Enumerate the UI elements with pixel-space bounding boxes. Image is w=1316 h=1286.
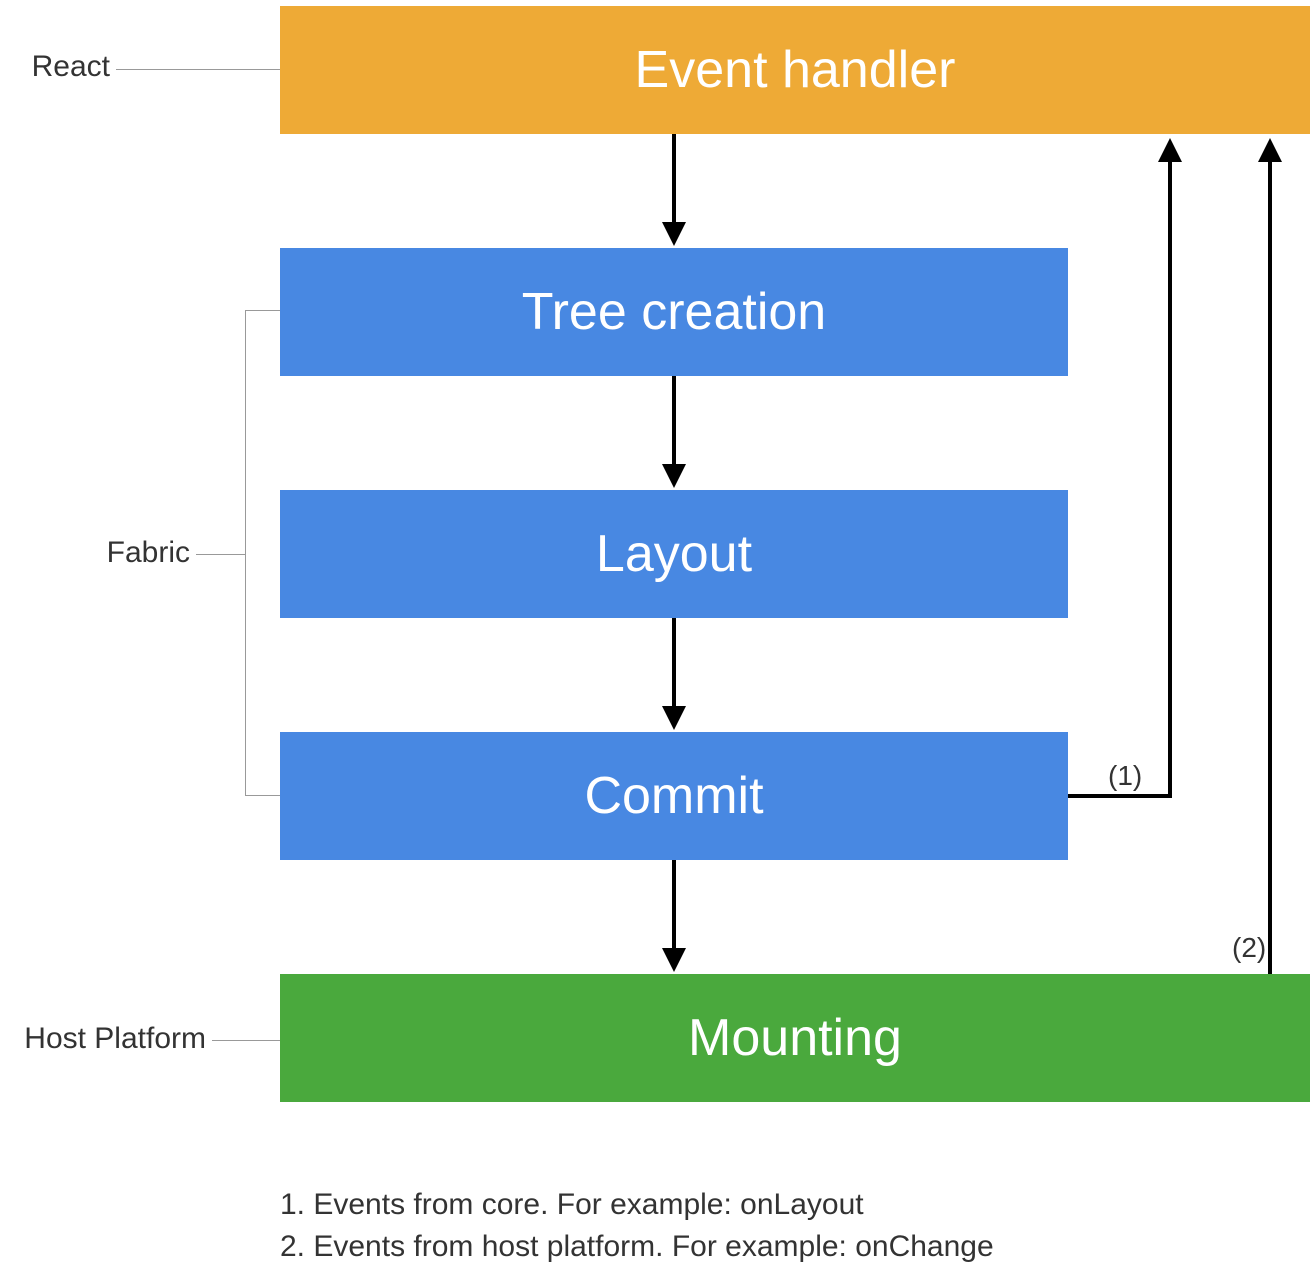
connector-react xyxy=(116,69,280,70)
footnote-1: 1. Events from core. For example: onLayo… xyxy=(280,1184,864,1226)
annotation-2: (2) xyxy=(1232,932,1266,964)
connector-host-platform xyxy=(212,1040,280,1041)
box-mounting: Mounting xyxy=(280,974,1310,1102)
connector-fabric xyxy=(196,554,245,555)
bracket-fabric xyxy=(245,310,280,796)
footnote-2: 2. Events from host platform. For exampl… xyxy=(280,1226,994,1268)
label-react: React xyxy=(20,50,110,84)
box-event-handler: Event handler xyxy=(280,6,1310,134)
box-tree-creation: Tree creation xyxy=(280,248,1068,376)
label-host-platform: Host Platform xyxy=(6,1022,206,1056)
box-commit: Commit xyxy=(280,732,1068,860)
label-fabric: Fabric xyxy=(90,536,190,570)
box-layout: Layout xyxy=(280,490,1068,618)
annotation-1: (1) xyxy=(1108,760,1142,792)
